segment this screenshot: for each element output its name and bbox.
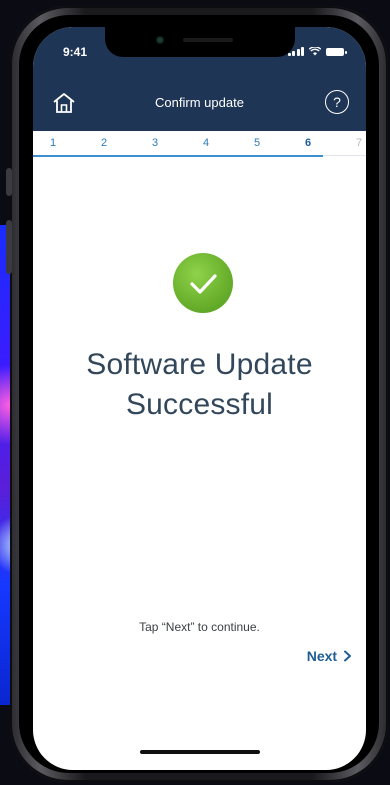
page-title: Confirm update [155, 95, 244, 110]
success-heading-line2: Successful [125, 388, 274, 421]
chevron-right-icon [344, 650, 351, 662]
app-header: 9:41 Confirm update ? [33, 27, 366, 131]
checkmark-icon [190, 274, 217, 294]
next-button[interactable]: Next [307, 648, 352, 664]
notch [104, 27, 295, 57]
success-heading-line1: Software Update [86, 348, 313, 381]
status-icons [287, 47, 347, 56]
success-heading: Software Update Successful [33, 345, 366, 425]
volume-up-button [6, 220, 12, 274]
help-icon: ? [333, 94, 341, 110]
help-button[interactable]: ? [325, 90, 349, 114]
step-3[interactable]: 3 [145, 137, 165, 149]
step-progress-bar [33, 155, 323, 157]
next-label: Next [306, 648, 338, 664]
success-badge [173, 253, 233, 313]
step-4[interactable]: 4 [196, 137, 216, 149]
step-2[interactable]: 2 [94, 137, 114, 149]
step-5[interactable]: 5 [247, 137, 267, 149]
step-7: 7 [355, 137, 363, 149]
step-1[interactable]: 1 [43, 137, 63, 149]
step-indicator: 1 2 3 4 5 6 7 [33, 131, 366, 156]
phone-screen: 9:41 Confirm update ? 1 2 3 4 5 6 7 Soft… [33, 27, 366, 770]
front-camera [156, 37, 163, 43]
status-time: 9:41 [63, 45, 88, 59]
wifi-icon [309, 47, 321, 56]
speaker-grille [182, 38, 233, 42]
home-indicator[interactable] [139, 750, 260, 754]
step-6-current[interactable]: 6 [298, 137, 318, 149]
continue-hint: Tap “Next” to continue. [139, 620, 260, 634]
side-button [6, 168, 12, 196]
battery-icon [326, 48, 347, 56]
